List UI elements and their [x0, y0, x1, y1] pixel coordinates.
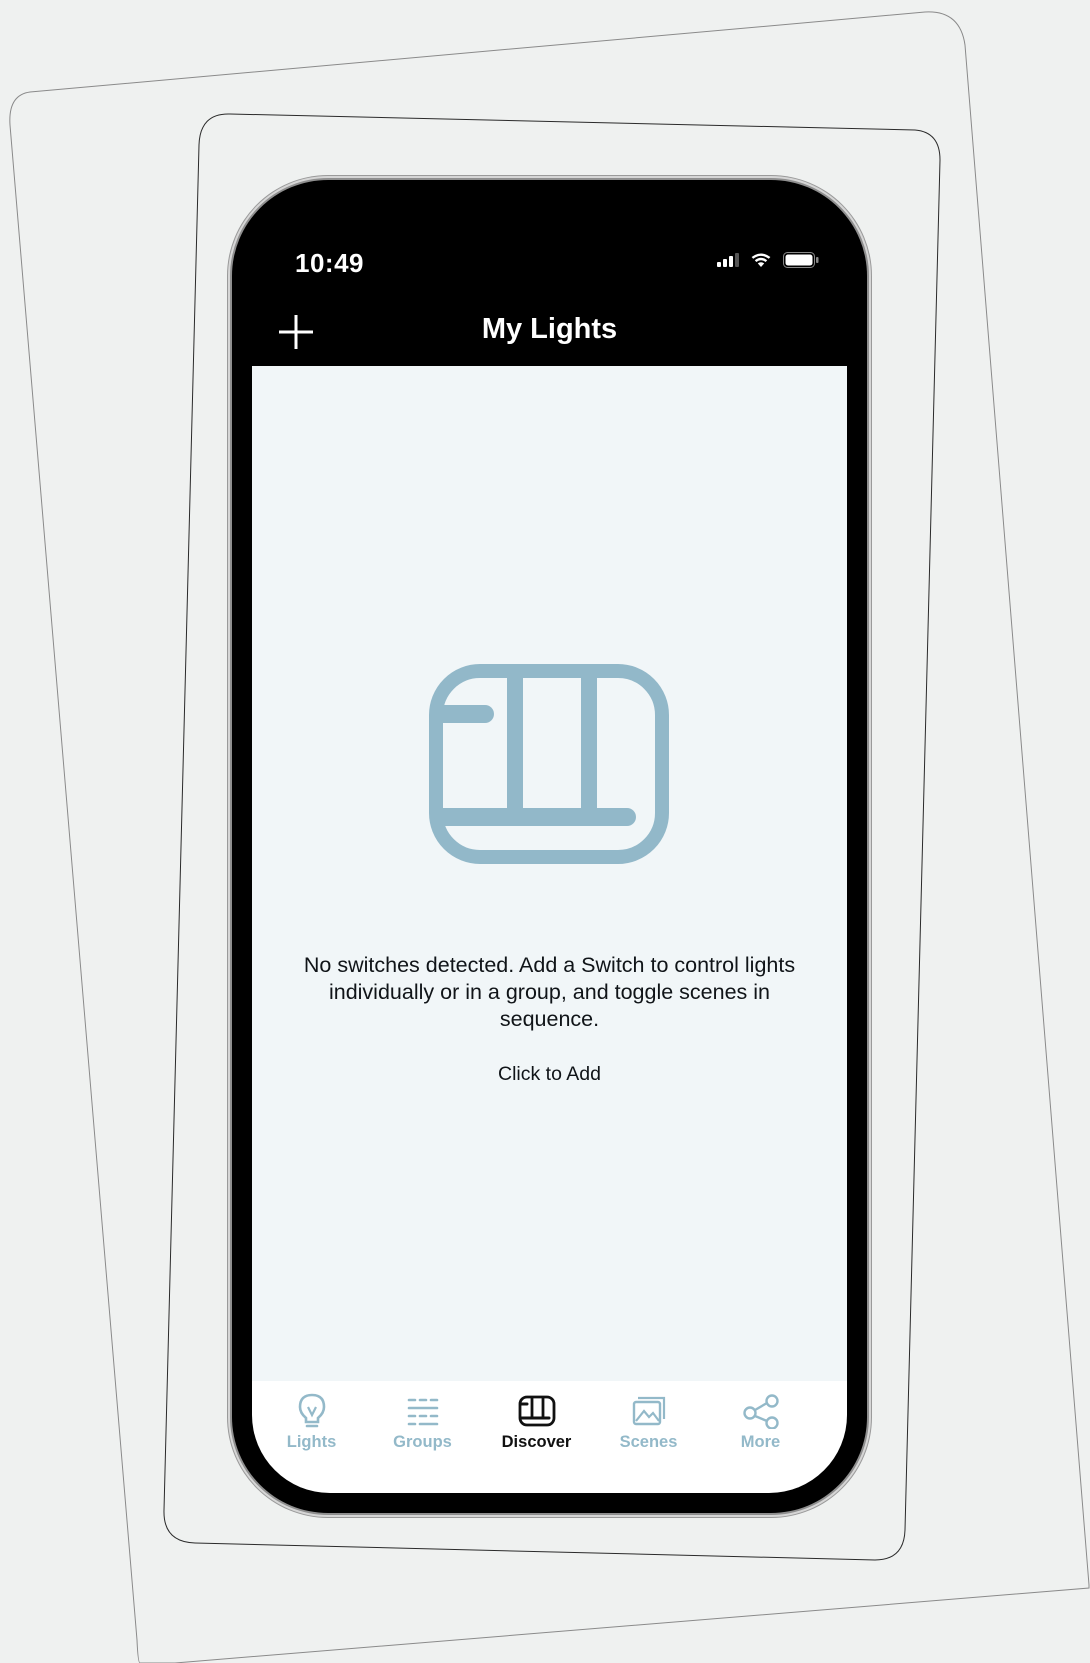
wifi-icon	[751, 253, 771, 267]
tab-label: Scenes	[619, 1433, 678, 1451]
switch-panel-icon	[429, 664, 669, 864]
device-mockup-stage: 10:49 My Lights No switches detected. Ad…	[0, 0, 1090, 1663]
tab-label: More	[740, 1433, 781, 1451]
lightbulb-icon	[298, 1393, 325, 1428]
tab-label: Lights	[286, 1433, 337, 1451]
empty-state-content: No switches detected. Add a Switch to co…	[252, 366, 847, 1381]
tab-bar: Lights Groups Discover Scenes More	[252, 1381, 847, 1493]
tab-groups[interactable]: Groups	[363, 1393, 482, 1463]
tab-discover[interactable]: Discover	[477, 1393, 596, 1463]
status-time: 10:49	[295, 248, 364, 278]
scenes-image-icon	[632, 1396, 665, 1426]
signal-icon	[717, 253, 739, 267]
tab-label: Discover	[501, 1433, 572, 1451]
click-to-add-link[interactable]: Click to Add	[252, 1063, 847, 1086]
tab-lights[interactable]: Lights	[252, 1393, 371, 1463]
battery-icon	[783, 252, 819, 268]
phone-screen: 10:49 My Lights No switches detected. Ad…	[252, 200, 847, 1493]
navigation-bar: My Lights	[252, 300, 847, 366]
phone-frame: 10:49 My Lights No switches detected. Ad…	[232, 180, 867, 1513]
groups-grid-icon	[407, 1398, 438, 1426]
tab-scenes[interactable]: Scenes	[589, 1393, 708, 1463]
tab-more[interactable]: More	[701, 1393, 820, 1463]
empty-state-message: No switches detected. Add a Switch to co…	[303, 953, 796, 1031]
page-title: My Lights	[481, 313, 618, 345]
tab-label: Groups	[393, 1433, 452, 1451]
status-bar: 10:49	[252, 200, 847, 300]
status-icons	[717, 252, 819, 268]
share-icon	[742, 1394, 779, 1429]
switch-panel-icon	[518, 1395, 555, 1427]
